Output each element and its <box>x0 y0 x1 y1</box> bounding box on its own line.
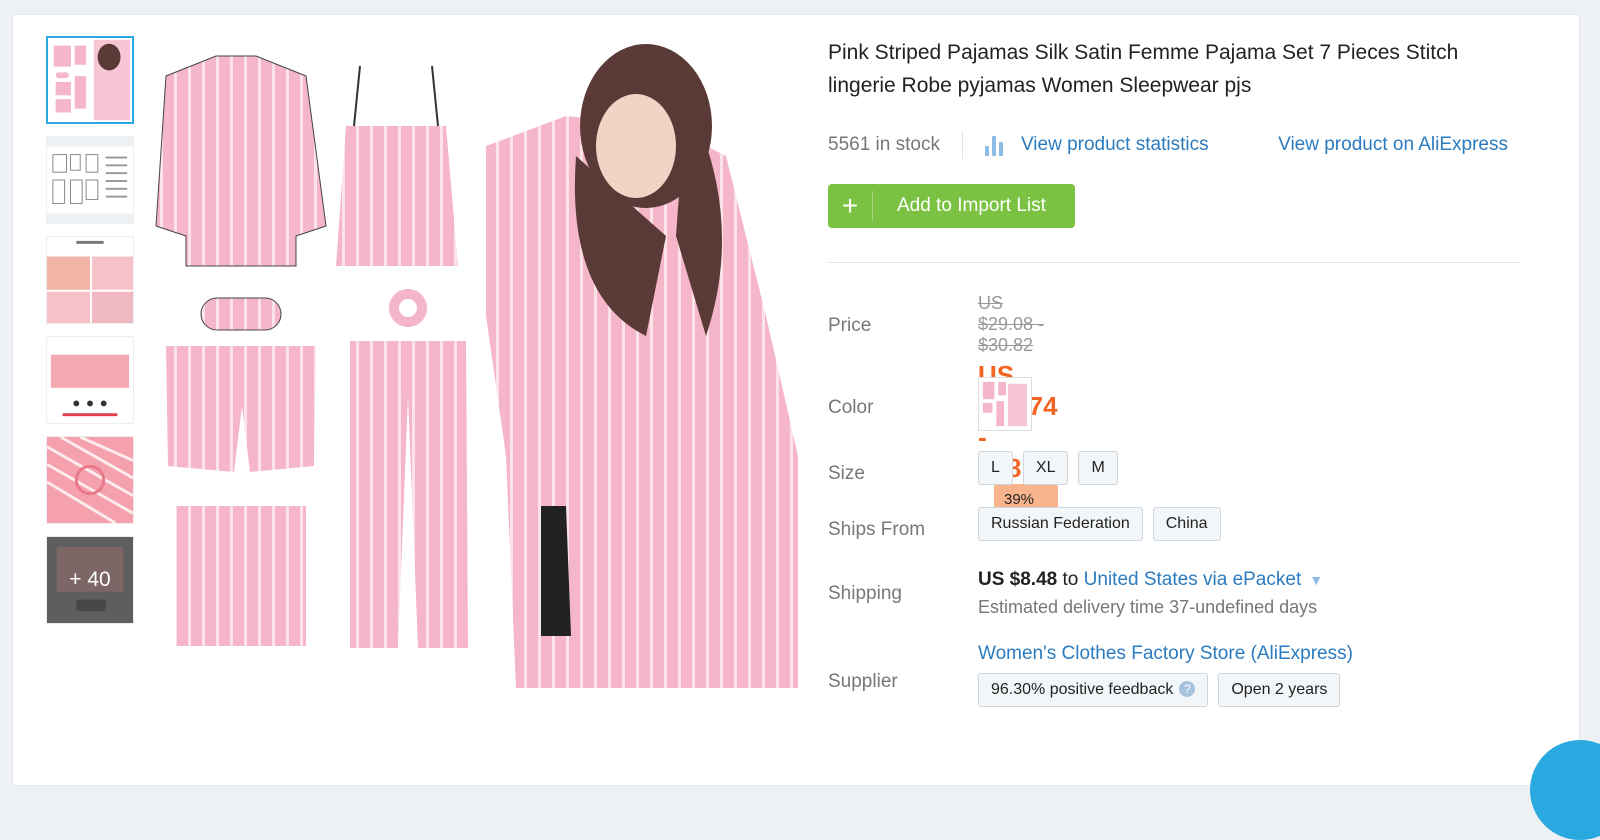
product-title: Pink Striped Pajamas Silk Satin Femme Pa… <box>828 41 1459 97</box>
shipping-method-dropdown[interactable]: United States via ePacket <box>1084 569 1302 590</box>
add-button-label: Add to Import List <box>897 195 1046 216</box>
shipping-info: US $8.48 to United States via ePacket ▼ E… <box>978 569 1538 618</box>
plus-icon: + <box>828 191 873 221</box>
view-statistics-link[interactable]: View product statistics <box>1021 134 1209 156</box>
main-product-image <box>146 36 798 688</box>
delivery-estimate: Estimated delivery time 37-undefined day… <box>978 597 1318 617</box>
thumbnail-list: + 40 <box>46 36 136 636</box>
color-label: Color <box>828 397 874 418</box>
more-images-count: + 40 <box>47 537 133 623</box>
size-option-xl[interactable]: XL <box>1022 451 1069 485</box>
thumbnail-2[interactable] <box>46 136 134 224</box>
product-details: Pink Striped Pajamas Silk Satin Femme Pa… <box>828 36 1528 723</box>
ships-from-options: Russian Federation China <box>978 507 1231 541</box>
supplier-info: Women's Clothes Factory Store (AliExpres… <box>978 643 1538 707</box>
price-label: Price <box>828 315 872 336</box>
bar-chart-icon <box>984 134 1005 156</box>
size-option-m[interactable]: M <box>1078 451 1118 485</box>
shipping-to: to <box>1062 569 1079 590</box>
view-on-aliexpress-link[interactable]: View product on AliExpress <box>1278 134 1508 156</box>
shipping-label: Shipping <box>828 583 902 604</box>
color-options <box>978 377 1032 437</box>
add-to-import-list-button[interactable]: + Add to Import List <box>828 184 1075 228</box>
feedback-badge: 96.30% positive feedback? <box>978 673 1209 707</box>
thumbnail-1[interactable] <box>46 36 134 124</box>
thumbnail-image <box>47 237 133 323</box>
product-attributes: Price US $29.08 - $30.82 US $17.74 - $18… <box>828 263 1528 723</box>
supplier-label: Supplier <box>828 671 898 692</box>
thumbnail-4[interactable] <box>46 336 134 424</box>
thumbnail-3[interactable] <box>46 236 134 324</box>
help-icon[interactable]: ? <box>1179 681 1196 697</box>
ships-from-russia[interactable]: Russian Federation <box>978 507 1143 541</box>
size-option-l[interactable]: L <box>978 451 1013 485</box>
stock-count: 5561 in stock <box>828 134 940 155</box>
thumbnail-image <box>48 38 132 122</box>
store-age-badge: Open 2 years <box>1218 673 1341 707</box>
original-price: US $29.08 - $30.82 <box>978 293 1045 355</box>
ships-from-china[interactable]: China <box>1152 507 1221 541</box>
size-options: L XL M <box>978 451 1128 485</box>
thumbnail-image <box>47 437 133 523</box>
feedback-text: 96.30% positive feedback <box>991 681 1174 698</box>
chevron-down-icon[interactable]: ▼ <box>1309 572 1323 588</box>
ships-from-label: Ships From <box>828 519 926 540</box>
size-label: Size <box>828 463 865 484</box>
thumbnail-5[interactable] <box>46 436 134 524</box>
shipping-price: US $8.48 <box>978 569 1058 590</box>
thumbnail-image <box>47 137 133 223</box>
divider <box>961 131 963 159</box>
thumbnail-image <box>47 337 133 423</box>
thumbnail-more[interactable]: + 40 <box>46 536 134 624</box>
supplier-store-link[interactable]: Women's Clothes Factory Store (AliExpres… <box>978 643 1538 665</box>
stock-row: 5561 in stock View product statistics Vi… <box>828 130 1528 160</box>
color-swatch[interactable] <box>978 377 1032 431</box>
